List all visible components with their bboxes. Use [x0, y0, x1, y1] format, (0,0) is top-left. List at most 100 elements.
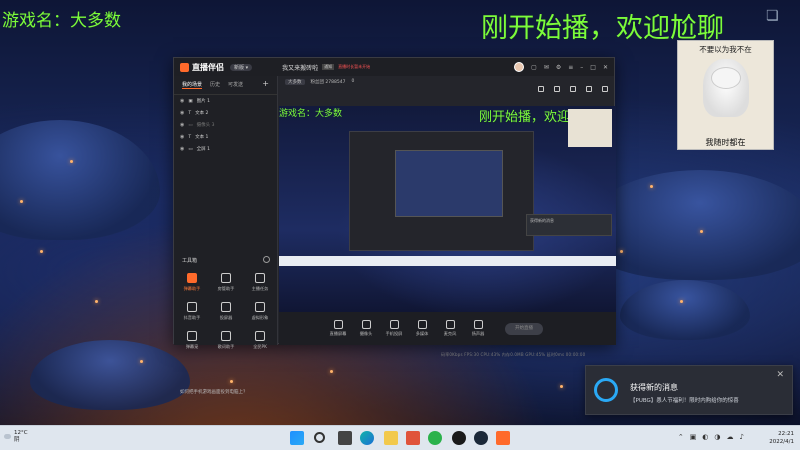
eye-icon[interactable]: ◉ — [180, 134, 184, 140]
live-status-tag: 直播时长暂未开始 — [338, 64, 371, 69]
monitor-icon: ▭ — [188, 146, 193, 152]
tool-pk[interactable]: 全民PK — [245, 331, 275, 350]
steam-icon[interactable] — [474, 431, 488, 445]
preview-cat-card — [568, 109, 612, 147]
phone-cast-button[interactable]: 手机投屏 — [385, 320, 403, 337]
tool-host-tasks[interactable]: 主播任务 — [245, 273, 275, 292]
tool-avatar[interactable]: 虚拟形象 — [245, 302, 275, 321]
temperature: 12°C — [14, 430, 28, 436]
task-icon — [255, 273, 265, 283]
close-icon[interactable]: ✕ — [776, 370, 784, 380]
media-button[interactable]: 多媒体 — [413, 320, 431, 337]
screen-icon — [333, 320, 343, 329]
file-explorer-icon[interactable] — [384, 431, 398, 445]
menu-icon[interactable]: ≡ — [568, 64, 573, 71]
speaker-button[interactable]: 扬声器 — [469, 320, 487, 337]
tool-douyin-helper[interactable]: 抖音助手 — [177, 302, 207, 321]
source-label: 全屏 1 — [196, 147, 210, 152]
home-icon[interactable] — [586, 86, 592, 92]
tool-room-manager[interactable]: 房管助手 — [211, 273, 241, 292]
tool-label: 投屏器 — [219, 315, 233, 320]
danmu-icon — [187, 273, 197, 283]
start-icon[interactable] — [290, 431, 304, 445]
room-title[interactable]: 我又来搬砖啦 — [282, 63, 318, 72]
eye-icon[interactable]: ◉ — [180, 122, 184, 128]
source-item[interactable]: ◉ ▭ 摄像头 3 — [174, 119, 277, 131]
screen-capture-button[interactable]: 直播屏幕 — [329, 320, 347, 337]
time: 22:21 — [778, 431, 794, 437]
bottom-toolbar: 直播屏幕 摄像头 手机投屏 多媒体 麦克风 扬声器 开始直播 — [279, 312, 616, 345]
notification-toast[interactable]: 获得新的消息 【PUBG】愚人节福利！限时内购给你的惊喜 ✕ — [585, 365, 793, 415]
edge-icon[interactable] — [360, 431, 374, 445]
sidebar: 我的场景 历史 可发送 + ◉ ▣ 图片 1 ◉ T 文本 2 ◉ ▭ 摄像头 3 ◉ T 文本… — [174, 76, 278, 349]
eye-icon[interactable]: ◉ — [180, 98, 184, 104]
tip-text[interactable]: 如何把手机游戏画面投到电脑上？ — [180, 389, 248, 395]
notification-title: 获得新的消息 — [630, 383, 678, 392]
app-logo: 直播伴侣 — [180, 62, 224, 73]
tab-scenes[interactable]: 我的场景 — [182, 81, 203, 89]
button-label: 手机投屏 — [385, 331, 403, 336]
weather-condition: 阴 — [14, 437, 20, 443]
notice-tag[interactable]: 通知 — [322, 64, 335, 70]
settings-icon[interactable]: ⚙ — [556, 64, 561, 71]
microphone-icon — [445, 320, 455, 329]
expand-icon[interactable] — [602, 86, 608, 92]
live-companion-icon[interactable] — [496, 431, 510, 445]
cat-top-text: 不要以为我不在 — [699, 45, 752, 54]
clock[interactable]: 22:21 2022/4/1 — [769, 430, 794, 446]
tool-cast[interactable]: 投屏器 — [211, 302, 241, 321]
tool-danmu-pet[interactable]: 弹幕宠 — [177, 331, 207, 350]
eye-icon[interactable]: ◉ — [180, 146, 184, 152]
tool-lyrics[interactable]: 歌词助手 — [211, 331, 241, 350]
corner-logo: ❏ — [766, 8, 779, 24]
source-item[interactable]: ◉ T 文本 2 — [174, 107, 277, 119]
go-live-button[interactable]: 开始直播 — [505, 322, 543, 335]
add-source-icon[interactable]: + — [262, 80, 269, 89]
source-item[interactable]: ◉ ▭ 全屏 1 — [174, 143, 277, 155]
nested-preview-content — [395, 150, 503, 217]
logo-icon — [180, 62, 189, 72]
search-icon[interactable] — [314, 432, 325, 443]
button-label: 麦克风 — [443, 331, 457, 336]
source-item[interactable]: ◉ ▣ 图片 1 — [174, 95, 277, 107]
version-dropdown[interactable]: 新版 ▾ — [230, 63, 253, 71]
toolbox-more-icon[interactable] — [263, 256, 270, 263]
mail-icon[interactable]: ✉ — [544, 64, 549, 71]
preview-notification: 获得新的消息 — [526, 214, 612, 236]
stream-preview[interactable]: 游戏名：大多数 刚开始播，欢迎尬聊 获得新的消息 — [279, 106, 616, 312]
source-item[interactable]: ◉ T 文本 1 — [174, 131, 277, 143]
copy-icon[interactable] — [570, 86, 576, 92]
stream-stats: 码率0Kbps FPS:30 CPU:43% 内存0.0MB GPU:45% 延… — [441, 352, 586, 357]
tool-label: 抖音助手 — [183, 315, 201, 320]
app-icon[interactable] — [406, 431, 420, 445]
tool-label: 虚拟形象 — [251, 315, 269, 320]
game-name-overlay: 游戏名：大多数 — [2, 11, 121, 31]
task-view-icon[interactable] — [338, 431, 352, 445]
eye-icon[interactable]: ◉ — [180, 110, 184, 116]
close-icon[interactable]: ✕ — [603, 64, 608, 71]
maximize-icon[interactable]: □ — [590, 64, 596, 71]
button-label: 摄像头 — [359, 331, 373, 336]
microphone-button[interactable]: 麦克风 — [441, 320, 459, 337]
camera-icon — [361, 320, 371, 329]
system-tray[interactable]: ⌃▣◐◑☁♪ — [678, 433, 750, 441]
tool-label: 主播任务 — [251, 286, 269, 291]
source-label: 文本 1 — [195, 135, 209, 140]
app-icon[interactable] — [452, 431, 466, 445]
weather-widget[interactable]: 12°C 阴 — [14, 430, 28, 444]
avatar-icon — [255, 302, 265, 312]
main-area: 大多数 粉丝团 2788547 0 游戏名：大多数 刚开始播，欢迎尬聊 获得新的… — [279, 76, 616, 357]
tool-label: 弹幕助手 — [183, 286, 201, 291]
layout-icon[interactable] — [538, 86, 544, 92]
tab-history[interactable]: 历史 — [210, 81, 220, 89]
gift-icon[interactable]: ▢ — [531, 64, 537, 71]
wechat-icon[interactable] — [428, 431, 442, 445]
minimize-icon[interactable]: – — [580, 64, 583, 71]
camera-button[interactable]: 摄像头 — [357, 320, 375, 337]
tab-sendable[interactable]: 可发送 — [228, 81, 243, 89]
tool-danmu-helper[interactable]: 弹幕助手 — [177, 273, 207, 292]
notification-message: 【PUBG】愚人节福利！限时内购给你的惊喜 — [630, 398, 739, 404]
lock-icon[interactable] — [554, 86, 560, 92]
avatar[interactable] — [514, 62, 525, 72]
room-tag[interactable]: 大多数 — [285, 79, 305, 85]
